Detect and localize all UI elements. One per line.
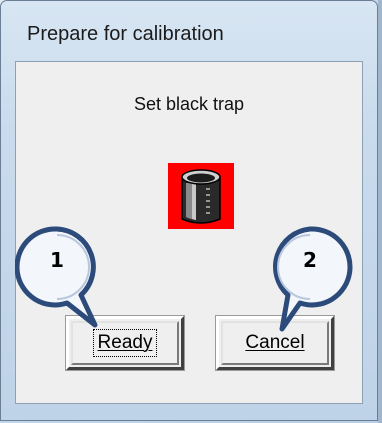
callout-bubble-1: [14, 226, 98, 328]
dialog-window: Prepare for calibration Set black trap R…: [0, 0, 378, 421]
callout-1: 1: [14, 225, 105, 335]
callout-number-1: 1: [50, 248, 64, 272]
title-bar[interactable]: Prepare for calibration: [1, 1, 377, 57]
callout-2: 2: [268, 225, 358, 335]
callout-number-2: 2: [303, 248, 317, 272]
window-edge: [378, 0, 382, 423]
cancel-button-label: Cancel: [245, 332, 305, 353]
callout-bubble-2: [273, 226, 353, 332]
instruction-message: Set black trap: [133, 94, 245, 114]
window-title: Prepare for calibration: [27, 23, 224, 45]
ready-button-label: Ready: [92, 329, 158, 357]
black-trap-icon: [168, 163, 234, 229]
screenshot: Prepare for calibration Set black trap R…: [0, 0, 382, 423]
